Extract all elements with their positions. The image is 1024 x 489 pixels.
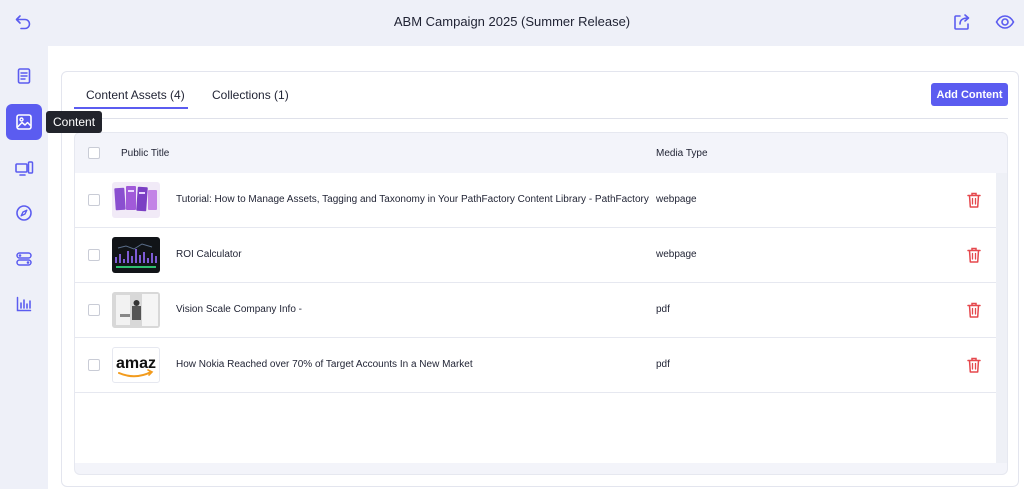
row-media-type: webpage	[656, 194, 697, 205]
row-title[interactable]: Vision Scale Company Info -	[176, 304, 302, 315]
select-all-checkbox[interactable]	[88, 147, 100, 159]
sidebar-item-settings[interactable]	[6, 241, 42, 277]
content-table: Public Title Media Type Tutorial: How to…	[74, 132, 1008, 475]
sidebar-item-devices[interactable]	[6, 150, 42, 186]
row-title[interactable]: How Nokia Reached over 70% of Target Acc…	[176, 359, 473, 370]
row-checkbox[interactable]	[88, 359, 100, 371]
delete-icon[interactable]	[966, 356, 982, 374]
row-title[interactable]: ROI Calculator	[176, 249, 242, 260]
thumbnail-image	[112, 237, 160, 273]
document-icon	[17, 68, 31, 84]
table-header: Public Title Media Type	[75, 133, 1007, 173]
column-header-public-title[interactable]: Public Title	[121, 148, 169, 159]
table-row[interactable]: Vision Scale Company Info - pdf	[75, 283, 996, 338]
row-checkbox[interactable]	[88, 194, 100, 206]
table-row[interactable]: Tutorial: How to Manage Assets, Tagging …	[75, 173, 996, 228]
tab-content-assets[interactable]: Content Assets (4)	[86, 88, 185, 102]
sidebar-item-explore[interactable]	[6, 195, 42, 231]
add-content-button[interactable]: Add Content	[931, 83, 1008, 106]
table-scrollbar[interactable]	[996, 173, 1007, 463]
thumbnail-image: amaz	[112, 347, 160, 383]
page-title: ABM Campaign 2025 (Summer Release)	[393, 14, 631, 29]
tabs-divider	[74, 118, 1008, 119]
top-bar: ABM Campaign 2025 (Summer Release)	[0, 0, 1024, 46]
toggles-icon	[16, 252, 32, 266]
thumbnail-image	[112, 292, 160, 328]
share-icon[interactable]	[951, 11, 973, 33]
sidebar-item-details[interactable]	[6, 58, 42, 94]
sidebar-item-content[interactable]	[6, 104, 42, 140]
devices-icon	[15, 161, 34, 176]
row-media-type: pdf	[656, 304, 670, 315]
row-checkbox[interactable]	[88, 249, 100, 261]
row-media-type: pdf	[656, 359, 670, 370]
table-row[interactable]: amaz How Nokia Reached over 70% of Targe…	[75, 338, 996, 393]
table-body: Tutorial: How to Manage Assets, Tagging …	[75, 173, 996, 463]
content-card: Content Assets (4) Collections (1) Add C…	[61, 71, 1019, 487]
thumbnail-image	[112, 182, 160, 218]
image-icon	[16, 114, 32, 130]
sidebar-tooltip: Content	[46, 111, 103, 133]
sidebar-item-analytics[interactable]	[6, 286, 42, 322]
table-row[interactable]: ROI Calculator webpage	[75, 228, 996, 283]
delete-icon[interactable]	[966, 191, 982, 209]
row-checkbox[interactable]	[88, 304, 100, 316]
row-media-type: webpage	[656, 249, 697, 260]
delete-icon[interactable]	[966, 301, 982, 319]
amazon-logo-text: amaz	[116, 355, 156, 372]
delete-icon[interactable]	[966, 246, 982, 264]
bar-chart-icon	[16, 296, 32, 312]
compass-icon	[16, 205, 32, 221]
tab-collections[interactable]: Collections (1)	[212, 88, 289, 102]
active-tab-indicator	[74, 107, 188, 109]
main-panel: Content Assets (4) Collections (1) Add C…	[48, 46, 1024, 489]
preview-eye-icon[interactable]	[994, 11, 1016, 33]
row-title[interactable]: Tutorial: How to Manage Assets, Tagging …	[176, 194, 649, 205]
column-header-media-type[interactable]: Media Type	[656, 148, 708, 159]
sidebar	[0, 46, 48, 489]
